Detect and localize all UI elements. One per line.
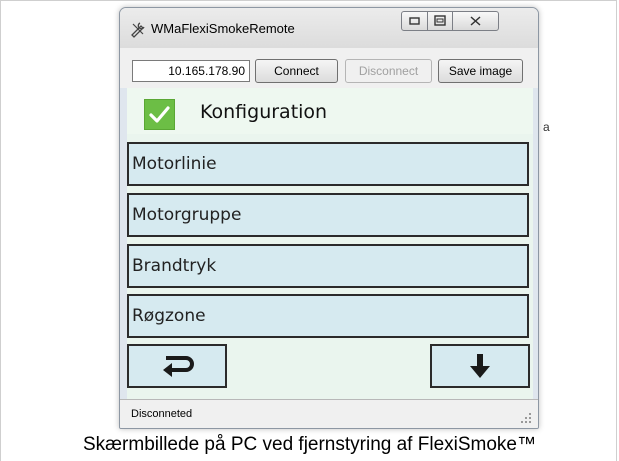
remote-panel: Konfiguration Motorlinie Motorgruppe Bra… xyxy=(127,88,533,399)
checkmark-icon xyxy=(144,99,175,130)
menu-item-motorgruppe[interactable]: Motorgruppe xyxy=(127,193,529,237)
menu-item-brandtryk[interactable]: Brandtryk xyxy=(127,244,529,288)
wrench-pencil-icon xyxy=(131,22,145,38)
resize-grip-icon[interactable] xyxy=(520,412,532,424)
status-bar: Disconneted xyxy=(120,399,538,428)
menu-item-rogzone[interactable]: Røgzone xyxy=(127,294,529,338)
window-controls xyxy=(401,11,521,37)
figure-caption: Skærmbillede på PC ved fjernstyring af F… xyxy=(82,434,536,455)
disconnect-button[interactable]: Disconnect xyxy=(345,59,432,83)
background-text: a xyxy=(543,120,550,134)
connect-button[interactable]: Connect xyxy=(255,59,338,83)
close-button[interactable] xyxy=(452,11,499,31)
scroll-down-button[interactable] xyxy=(430,344,530,388)
maximize-button[interactable] xyxy=(427,11,453,31)
close-icon xyxy=(470,16,481,26)
section-title: Konfiguration xyxy=(200,101,328,123)
save-image-button[interactable]: Save image xyxy=(438,59,523,83)
return-arrow-icon xyxy=(163,356,194,377)
minimize-icon xyxy=(409,17,420,25)
connection-toolbar: Connect Disconnect Save image xyxy=(120,48,538,88)
section-header: Konfiguration xyxy=(127,88,533,134)
maximize-icon xyxy=(434,15,446,26)
title-bar[interactable]: WMaFlexiSmokeRemote xyxy=(120,8,538,48)
connection-status: Disconneted xyxy=(131,408,193,420)
app-window: WMaFlexiSmokeRemote Connect Di xyxy=(119,7,539,429)
menu-item-motorlinie[interactable]: Motorlinie xyxy=(127,142,529,186)
arrow-down-icon xyxy=(470,354,490,378)
minimize-button[interactable] xyxy=(401,11,428,31)
window-title: WMaFlexiSmokeRemote xyxy=(151,21,295,36)
ip-address-input[interactable] xyxy=(132,60,250,82)
back-button[interactable] xyxy=(127,344,227,388)
